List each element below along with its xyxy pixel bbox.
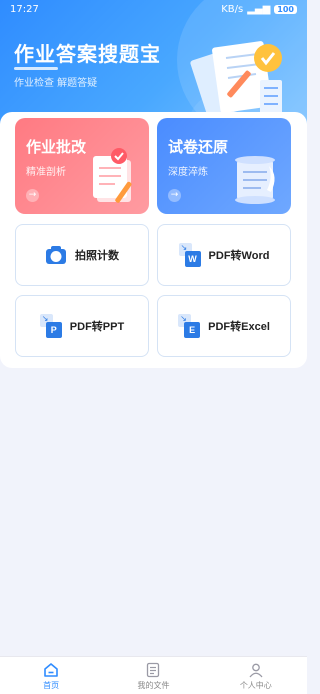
tab-label: 首页 (43, 681, 60, 690)
tab-label: 个人中心 (239, 681, 272, 690)
arrow-right-icon: → (168, 189, 181, 202)
home-icon (44, 663, 58, 677)
graded-paper-icon (93, 148, 132, 203)
tool-label: PDF转Word (208, 250, 270, 262)
pdf-to-word-button[interactable]: ↘ W PDF转Word (157, 224, 291, 286)
card-title: 作业批改 (26, 138, 87, 156)
pdf-to-ppt-icon: ↘ P (39, 314, 62, 338)
pdf-to-ppt-button[interactable]: ↘ P PDF转PPT (15, 295, 149, 357)
card-title: 试卷还原 (168, 138, 229, 156)
card-subtitle: 精准剖析 (26, 167, 66, 178)
tool-label: 拍照计数 (75, 250, 119, 262)
signal-icon: ▂▄▆ (247, 3, 271, 15)
network-speed: KB/s (221, 3, 244, 15)
tab-home[interactable]: 首页 (0, 657, 102, 694)
status-time: 17:27 (10, 3, 39, 15)
homework-grading-card[interactable]: 作业批改 精准剖析 → (15, 118, 149, 214)
user-icon (249, 663, 263, 678)
tab-my-files[interactable]: 我的文件 (102, 657, 204, 694)
camera-icon (46, 246, 66, 264)
arrow-right-icon: → (26, 189, 39, 202)
file-icon (147, 662, 160, 678)
bottom-tab-bar: 首页 我的文件 个人中心 (0, 656, 307, 694)
status-bar: 17:27 KB/s ▂▄▆ 100 (0, 0, 307, 18)
tool-label: PDF转PPT (69, 321, 125, 333)
photo-count-button[interactable]: 拍照计数 (15, 224, 149, 286)
tab-profile[interactable]: 个人中心 (205, 657, 307, 694)
pdf-to-word-icon: ↘ W (178, 243, 201, 267)
paper-restore-card[interactable]: 试卷还原 深度淬炼 → (157, 118, 291, 214)
app-title: 作业答案搜题宝 (14, 42, 161, 66)
status-indicators: KB/s ▂▄▆ 100 (221, 4, 297, 15)
battery-icon: 100 (274, 4, 297, 14)
tab-label: 我的文件 (137, 681, 170, 690)
tool-label: PDF转Excel (208, 321, 270, 333)
card-subtitle: 深度淬炼 (168, 167, 208, 178)
app-subtitle: 作业检查 解题答疑 (14, 78, 98, 89)
scroll-quill-icon (235, 156, 275, 204)
pdf-to-excel-icon: ↘ E (178, 314, 201, 338)
pdf-to-excel-button[interactable]: ↘ E PDF转Excel (157, 295, 291, 357)
title-underline (14, 67, 58, 70)
